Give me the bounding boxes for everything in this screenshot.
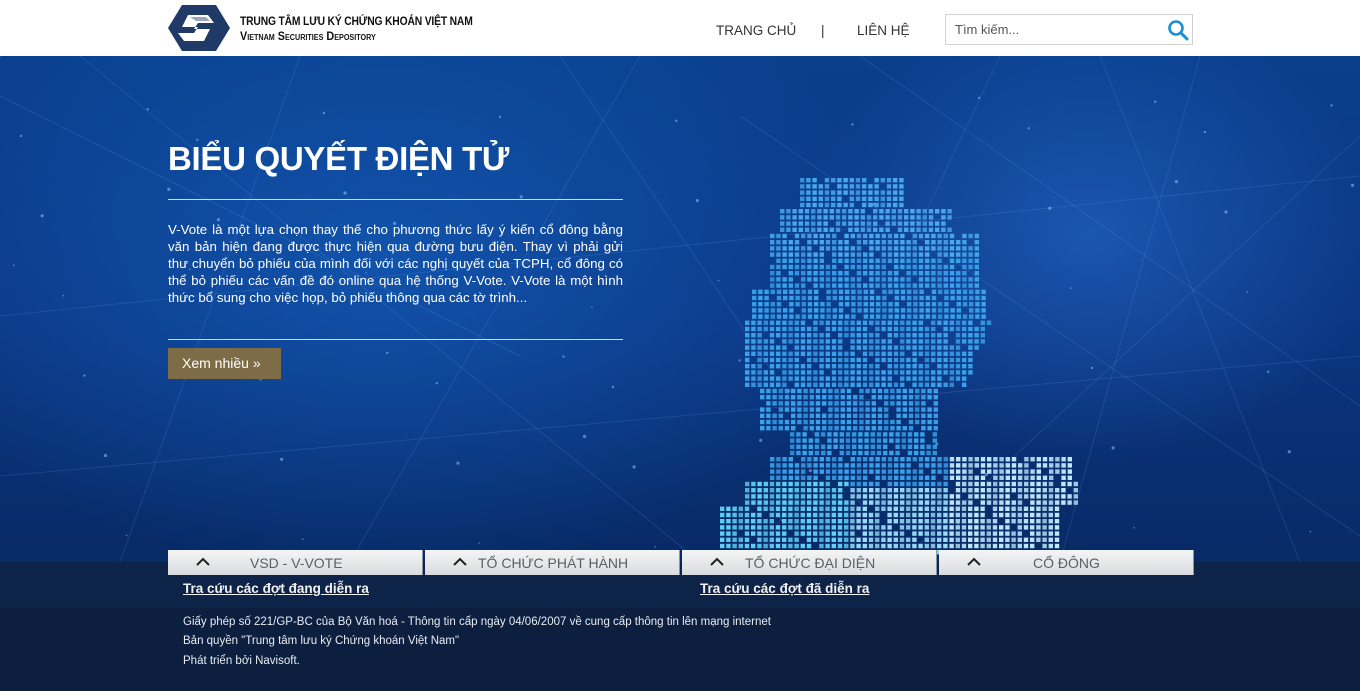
brand-name-vi: TRUNG TÂM LƯU KÝ CHỨNG KHOÁN VIỆT NAM <box>240 14 473 28</box>
tab-shareholders[interactable]: CỔ ĐÔNG <box>939 550 1194 575</box>
past-rounds-link[interactable]: Tra cứu các đợt đã diễn ra <box>700 581 869 596</box>
hero-divider-bottom <box>168 339 623 340</box>
search-icon[interactable] <box>1167 19 1189 41</box>
chevron-up-icon <box>967 557 981 566</box>
ongoing-rounds-link[interactable]: Tra cứu các đợt đang diễn ra <box>183 581 369 596</box>
tab-label: CỔ ĐÔNG <box>1033 555 1100 571</box>
vietnam-map-dots <box>720 178 1078 555</box>
brand-name-en: Vietnam Securities Depository <box>240 29 376 43</box>
hero-banner: BIỂU QUYẾT ĐIỆN TỬ V-Vote là một lựa chọ… <box>0 56 1360 562</box>
vsd-logo[interactable] <box>168 3 230 53</box>
footer-copyright: Bản quyền "Trung tâm lưu ký Chứng khoán … <box>183 635 460 647</box>
tab-label: VSD - V-VOTE <box>250 555 343 571</box>
search-input[interactable] <box>946 15 1160 44</box>
brand-name: TRUNG TÂM LƯU KÝ CHỨNG KHOÁN VIỆT NAM Vi… <box>240 13 511 43</box>
hero-description: V-Vote là một lựa chọn thay thế cho phươ… <box>168 222 623 305</box>
footer-developer: Phát triển bởi Navisoft. <box>183 655 300 667</box>
tab-representatives[interactable]: TỔ CHỨC ĐẠI DIỆN <box>682 550 937 575</box>
tab-issuers[interactable]: TỔ CHỨC PHÁT HÀNH <box>425 550 680 575</box>
hero-title: BIỂU QUYẾT ĐIỆN TỬ <box>168 140 510 177</box>
hero-divider-top <box>168 199 623 200</box>
nav-home-link[interactable]: TRANG CHỦ <box>716 23 796 38</box>
chevron-up-icon <box>453 557 467 566</box>
tab-vsd-vvote[interactable]: VSD - V-VOTE <box>168 550 423 575</box>
chevron-up-icon <box>710 557 724 566</box>
site-footer: Giấy phép số 221/GP-BC của Bộ Văn hoá - … <box>0 608 1360 691</box>
chevron-up-icon <box>196 557 210 566</box>
footer-license: Giấy phép số 221/GP-BC của Bộ Văn hoá - … <box>183 616 771 628</box>
nav-separator: | <box>821 23 825 38</box>
read-more-button[interactable]: Xem nhiều » <box>168 348 281 379</box>
search-box <box>945 14 1193 45</box>
nav-contact-link[interactable]: LIÊN HỆ <box>857 23 910 38</box>
tab-label: TỔ CHỨC ĐẠI DIỆN <box>745 555 876 571</box>
hero-background-graphic <box>0 56 1360 562</box>
site-header: TRUNG TÂM LƯU KÝ CHỨNG KHOÁN VIỆT NAM Vi… <box>0 0 1360 56</box>
tab-label: TỔ CHỨC PHÁT HÀNH <box>478 555 629 571</box>
